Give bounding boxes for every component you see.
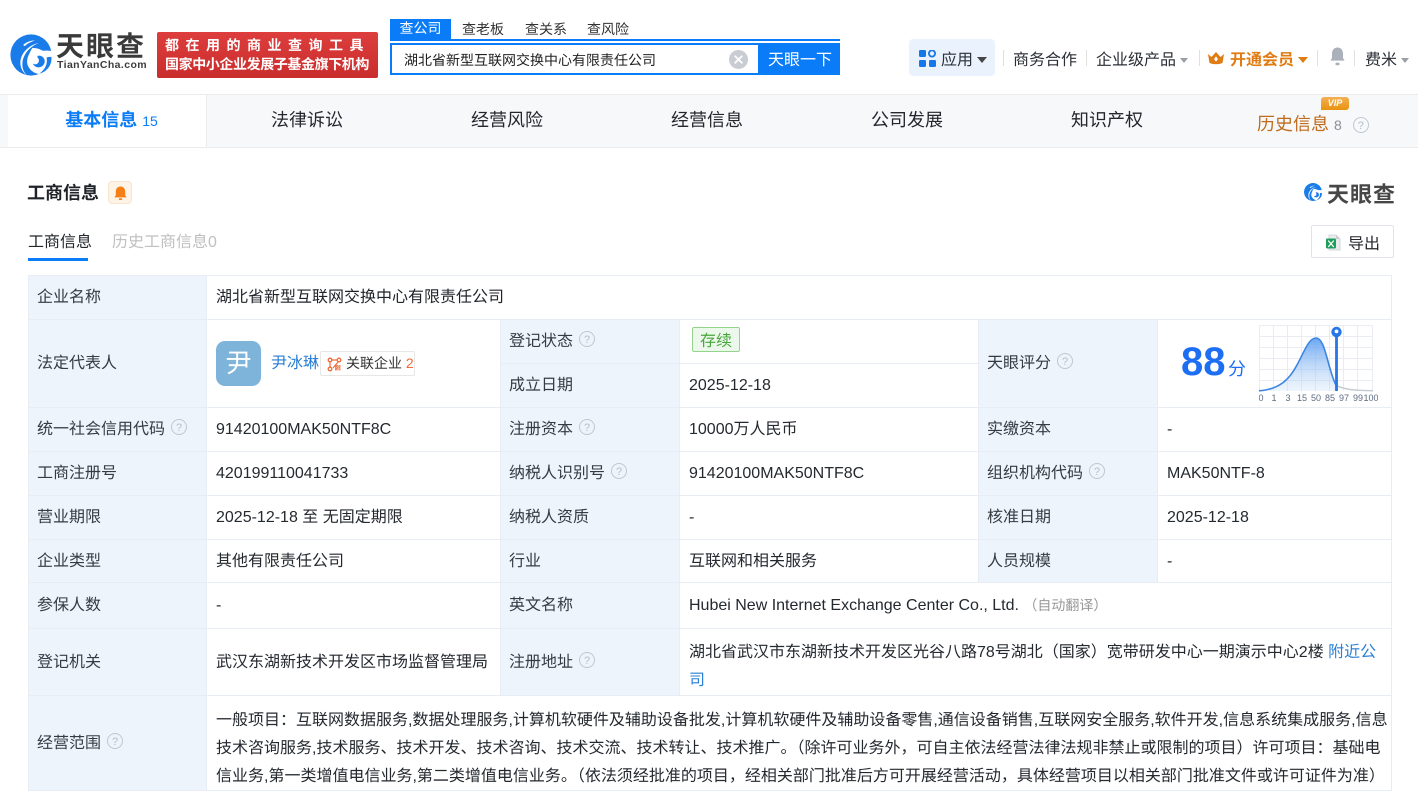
- svg-text:100: 100: [1363, 393, 1378, 402]
- svg-text:0: 0: [1259, 393, 1264, 402]
- svg-text:3: 3: [1285, 393, 1290, 402]
- svg-text:15: 15: [1297, 393, 1307, 402]
- svg-text:1: 1: [1271, 393, 1276, 402]
- svg-text:企: 企: [336, 364, 342, 372]
- svg-text:97: 97: [1339, 393, 1349, 402]
- svg-text:85: 85: [1325, 393, 1335, 402]
- svg-text:99: 99: [1353, 393, 1363, 402]
- svg-text:50: 50: [1311, 393, 1321, 402]
